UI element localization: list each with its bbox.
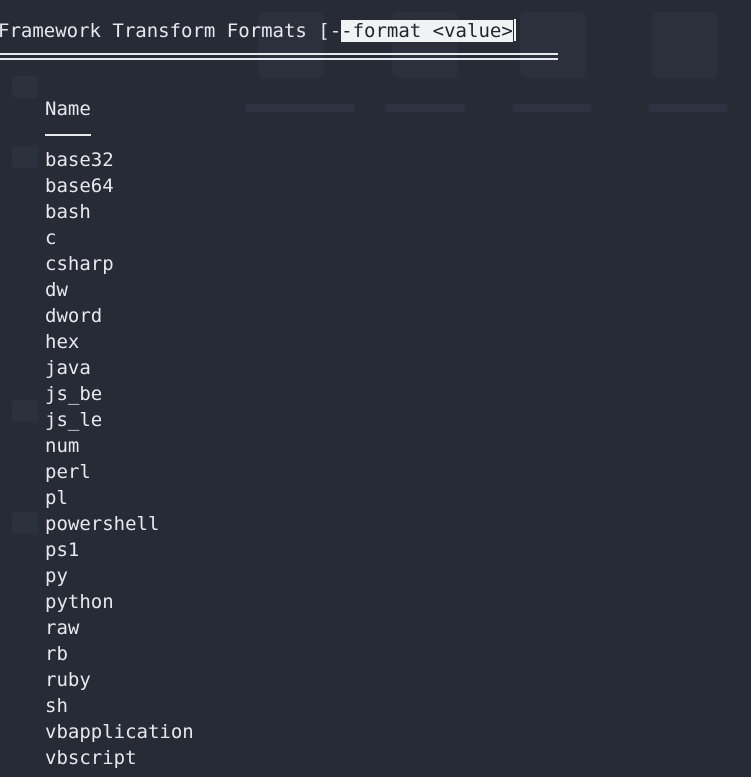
title-double-rule [0, 53, 558, 60]
format-list: base32 base64 bash c csharp dw dword hex java js_… [45, 147, 194, 771]
format-item: dword [45, 305, 103, 327]
format-item: base64 [45, 175, 114, 197]
format-item: bash [45, 201, 91, 223]
format-item: ruby [45, 669, 91, 691]
format-item: java [45, 357, 91, 379]
column-header-name: Name [45, 98, 91, 120]
format-item: raw [45, 617, 80, 639]
column-header-underline [45, 134, 91, 136]
format-item: python [45, 591, 114, 613]
format-item: sh [45, 695, 68, 717]
section-title: Framework Transform Formats [--format <v… [0, 18, 524, 44]
format-item: js_le [45, 409, 103, 431]
format-item: vbapplication [45, 721, 194, 743]
format-item: num [45, 435, 80, 457]
selected-text[interactable]: -format <value> [341, 20, 513, 42]
format-item: base32 [45, 149, 114, 171]
format-item: c [45, 227, 57, 249]
format-item: dw [45, 279, 68, 301]
format-item: ps1 [45, 539, 80, 561]
format-item: js_be [45, 383, 103, 405]
format-item: csharp [45, 253, 114, 275]
format-item: hex [45, 331, 80, 353]
section-title-text: Framework Transform Formats [- [0, 20, 342, 42]
text-cursor-icon [513, 19, 524, 41]
format-item: rb [45, 643, 68, 665]
format-item: perl [45, 461, 91, 483]
format-item: py [45, 565, 68, 587]
format-item: pl [45, 487, 68, 509]
terminal-output[interactable]: Framework Transform Formats [--format <v… [0, 0, 751, 777]
format-item: vbscript [45, 747, 137, 769]
format-item: powershell [45, 513, 160, 535]
